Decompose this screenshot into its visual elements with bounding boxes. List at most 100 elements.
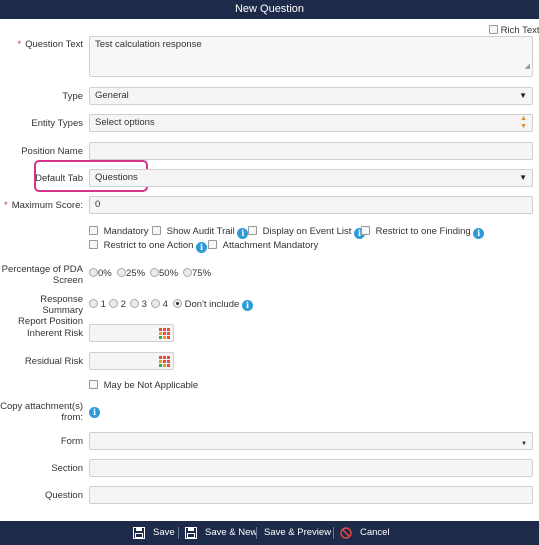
save-preview-button-label: Save & Preview [264, 527, 332, 538]
mandatory-checkbox-box[interactable] [89, 226, 98, 235]
required-marker: * [17, 39, 22, 50]
pda-option-75[interactable]: 75% [183, 268, 211, 279]
cancel-button-label: Cancel [360, 527, 390, 538]
question-text-input[interactable]: Test calculation response ◢ [89, 36, 533, 77]
risk-matrix-icon[interactable] [159, 356, 170, 367]
attachment-mandatory-checkbox-box[interactable] [208, 240, 217, 249]
mandatory-checkbox[interactable]: Mandatory [89, 226, 149, 237]
info-icon[interactable]: i [196, 242, 208, 253]
info-icon[interactable]: i [89, 407, 100, 418]
info-icon[interactable]: i [473, 228, 485, 239]
info-icon[interactable]: i [237, 228, 249, 239]
mandatory-label: Mandatory [103, 226, 149, 237]
pda-screen-label: Percentage of PDA Screen [2, 264, 83, 286]
radio-button-selected[interactable] [173, 299, 182, 308]
response-option-2[interactable]: 2 [109, 299, 126, 310]
response-option-4-label: 4 [162, 299, 168, 310]
response-option-dont-include[interactable]: Don't include [173, 299, 239, 310]
radio-button[interactable] [117, 268, 126, 277]
risk-matrix-icon[interactable] [159, 328, 170, 339]
response-summary-info[interactable]: i [242, 298, 253, 311]
pda-option-25[interactable]: 25% [117, 268, 145, 279]
pda-option-75-label: 75% [192, 268, 212, 279]
type-value: General [95, 90, 129, 101]
radio-button[interactable] [150, 268, 159, 277]
response-option-2-label: 2 [120, 299, 126, 310]
updown-arrows-icon: ▲ ▼ [520, 115, 527, 130]
position-name-input[interactable] [89, 142, 533, 160]
response-summary-label-line1: Response Summary [40, 294, 83, 316]
pda-option-50[interactable]: 50% [150, 268, 178, 279]
form-select[interactable]: ▼ [89, 432, 533, 450]
response-option-1[interactable]: 1 [89, 299, 106, 310]
display-on-event-list-checkbox[interactable]: Display on Event List i [248, 226, 365, 239]
restrict-one-action-checkbox[interactable]: Restrict to one Action i [89, 240, 208, 253]
dialog-footer: Save Save & New Save & Preview Cancel [0, 521, 539, 545]
save-button[interactable]: Save [133, 521, 175, 545]
may-be-na-label: May be Not Applicable [103, 380, 199, 391]
type-select[interactable]: General ▼ [89, 87, 533, 105]
response-option-3[interactable]: 3 [130, 299, 147, 310]
pda-screen-label-line1: Percentage of PDA [1, 264, 83, 275]
residual-risk-input[interactable] [89, 352, 174, 370]
pda-option-25-label: 25% [126, 268, 146, 279]
cancel-button[interactable]: Cancel [340, 521, 390, 545]
radio-button[interactable] [109, 299, 118, 308]
question-text-label-text: Question Text [25, 39, 83, 50]
section-input[interactable] [89, 459, 533, 477]
rich-text-checkbox[interactable]: Rich Text [489, 25, 539, 36]
info-icon[interactable]: i [242, 300, 253, 311]
position-name-label: Position Name [21, 146, 83, 157]
pda-option-0[interactable]: 0% [89, 268, 112, 279]
entity-types-select[interactable]: Select options ▲ ▼ [89, 114, 533, 132]
display-on-event-list-checkbox-box[interactable] [248, 226, 257, 235]
restrict-one-action-checkbox-box[interactable] [89, 240, 98, 249]
restrict-one-finding-label: Restrict to one Finding [375, 226, 471, 237]
show-audit-trail-checkbox-box[interactable] [152, 226, 161, 235]
copy-attachments-info[interactable]: i [89, 405, 100, 418]
question-text-label: * Question Text [17, 39, 83, 50]
entity-types-label: Entity Types [31, 118, 83, 129]
radio-button[interactable] [130, 299, 139, 308]
required-marker: * [4, 200, 8, 211]
save-new-button-label: Save & New [205, 527, 258, 538]
footer-divider [178, 527, 179, 539]
dialog-title: New Question [234, 3, 305, 15]
type-label: Type [62, 91, 83, 102]
caret-down-icon: ▼ [519, 91, 527, 100]
inherent-risk-input[interactable] [89, 324, 174, 342]
resize-handle-icon[interactable]: ◢ [525, 59, 530, 75]
maximum-score-label: * Maximum Score: [4, 200, 83, 211]
radio-button[interactable] [89, 299, 98, 308]
restrict-one-finding-checkbox[interactable]: Restrict to one Finding i [361, 226, 485, 239]
section-label: Section [51, 463, 83, 474]
radio-button[interactable] [183, 268, 192, 277]
response-summary-label: Response Summary Report Position [0, 294, 83, 327]
footer-divider [333, 527, 334, 539]
question-input[interactable] [89, 486, 533, 504]
maximum-score-input[interactable]: 0 [89, 196, 533, 214]
display-on-event-list-label: Display on Event List [262, 226, 352, 237]
save-new-button[interactable]: Save & New [185, 521, 257, 545]
restrict-one-finding-checkbox-box[interactable] [361, 226, 370, 235]
radio-button[interactable] [89, 268, 98, 277]
default-tab-select[interactable]: Questions ▼ [89, 169, 533, 187]
save-preview-button[interactable]: Save & Preview [264, 521, 331, 545]
may-be-na-checkbox-box[interactable] [89, 380, 98, 389]
rich-text-checkbox-box[interactable] [489, 25, 498, 34]
caret-down-icon: ▼ [519, 173, 527, 182]
response-option-dont-include-label: Don't include [184, 299, 240, 310]
pda-option-50-label: 50% [159, 268, 179, 279]
inherent-risk-label: Inherent Risk [27, 328, 83, 339]
attachment-mandatory-checkbox[interactable]: Attachment Mandatory [208, 240, 318, 251]
response-option-4[interactable]: 4 [151, 299, 168, 310]
show-audit-trail-checkbox[interactable]: Show Audit Trail i [152, 226, 249, 239]
caret-down-icon: ▼ [521, 441, 527, 447]
copy-attachments-label: Copy attachment(s) from: [0, 401, 83, 423]
radio-button[interactable] [151, 299, 160, 308]
show-audit-trail-label: Show Audit Trail [166, 226, 235, 237]
maximum-score-label-text: Maximum Score: [11, 200, 83, 211]
maximum-score-value: 0 [95, 199, 101, 210]
question-label: Question [44, 490, 83, 501]
may-be-na-checkbox[interactable]: May be Not Applicable [89, 380, 198, 391]
